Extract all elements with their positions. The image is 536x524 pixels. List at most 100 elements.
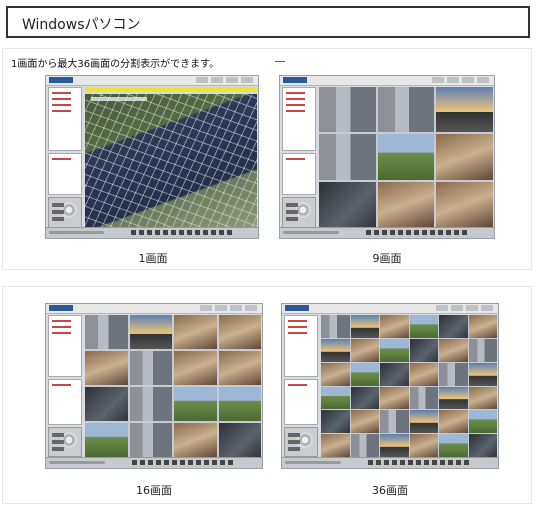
app-titlebar [282,304,498,314]
app-toolbar [46,227,258,238]
camera-cell [380,338,409,362]
camera-cell [380,386,409,410]
camera-cell [468,410,497,434]
camera-cell [377,87,435,133]
camera-cell [85,387,128,421]
camera-cell [129,423,172,457]
view-grid-9 [319,87,493,227]
screenshot-thirtysix-split [281,303,499,469]
camera-cell [409,362,438,386]
ptz-control-panel [48,197,82,229]
camera-cell [174,387,217,421]
logo-icon [49,305,73,311]
camera-cell [380,315,409,338]
camera-cell [321,362,350,386]
camera-cell [129,315,172,349]
camera-cell [409,315,438,338]
screenshot-single-view [45,75,259,239]
camera-cell [218,351,261,385]
camera-cell [350,338,379,362]
caption-36: 36画面 [372,484,408,497]
camera-cell [174,351,217,385]
camera-cell [321,386,350,410]
camera-cell [409,434,438,457]
app-toolbar [282,457,498,468]
camera-tree [48,315,82,377]
camera-cell [436,181,493,227]
camera-tree [48,87,82,151]
app-titlebar [46,304,262,314]
camera-cell [436,87,493,133]
camera-cell [439,410,468,434]
camera-tree [284,315,318,377]
camera-cell [174,315,217,349]
camera-tree-lower [284,379,318,425]
ptz-control-panel [284,427,318,457]
view-grid-16 [85,315,261,457]
camera-cell [380,362,409,386]
section-title: Windowsパソコン [22,17,141,33]
camera-cell [350,410,379,434]
app-toolbar [46,457,262,468]
camera-cell [439,315,468,338]
camera-cell [350,386,379,410]
camera-cell [409,386,438,410]
camera-cell [319,87,376,133]
camera-tree-lower [282,153,316,195]
screenshot-sixteen-split [45,303,263,469]
camera-cell [439,362,468,386]
view-grid-1 [85,94,257,227]
camera-cell [218,315,261,349]
camera-cell [321,410,350,434]
camera-tree-lower [48,153,82,195]
view-grid-36 [321,315,497,457]
camera-cell [321,315,350,338]
camera-cell [409,338,438,362]
camera-cell [129,351,172,385]
camera-cell [468,362,497,386]
camera-cell [468,434,497,457]
camera-cell [319,134,376,180]
camera-cell [468,338,497,362]
camera-cell [468,386,497,410]
ptz-control-panel [282,197,316,229]
camera-cell [85,94,257,227]
camera-cell [218,423,261,457]
caption-16: 16画面 [136,484,172,497]
camera-cell [85,315,128,349]
camera-cell [350,434,379,457]
intro-text: 1画面から最大36画面の分割表示ができます。 [11,59,220,70]
camera-cell [468,315,497,338]
logo-icon [283,77,307,83]
section-header: Windowsパソコン [6,6,530,38]
camera-cell [174,423,217,457]
camera-cell [350,362,379,386]
panel-1-and-9: 1画面から最大36画面の分割表示ができます。 1画面 9画面 [2,48,532,270]
camera-cell [319,181,376,227]
caption-9: 9画面 [372,252,402,265]
screenshot-nine-split [279,75,495,239]
camera-cell [218,387,261,421]
logo-icon [49,77,73,83]
panel-16-and-36: 16画面 36画面 [2,286,532,504]
camera-cell [409,410,438,434]
logo-icon [285,305,309,311]
camera-cell [350,315,379,338]
camera-cell [380,410,409,434]
camera-cell [321,434,350,457]
camera-cell [85,423,128,457]
camera-cell [380,434,409,457]
camera-cell [377,134,435,180]
camera-cell [436,134,493,180]
camera-cell [129,387,172,421]
camera-cell [439,434,468,457]
divider [275,61,285,62]
app-titlebar [280,76,494,86]
camera-cell [321,338,350,362]
app-toolbar [280,227,494,238]
ptz-control-panel [48,427,82,457]
camera-cell [377,181,435,227]
camera-cell [439,338,468,362]
caption-1: 1画面 [138,252,168,265]
app-titlebar [46,76,258,86]
